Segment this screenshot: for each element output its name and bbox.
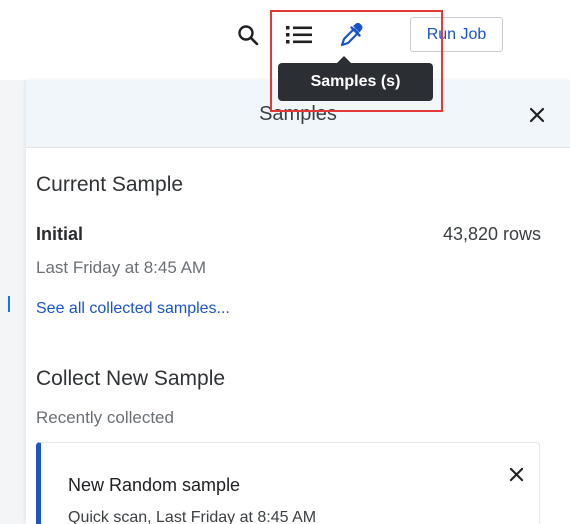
search-icon[interactable] [233,20,263,50]
eyedropper-icon[interactable] [336,20,368,50]
panel-title: Samples [259,103,337,125]
current-sample-heading: Current Sample [36,173,184,196]
background-page [0,80,26,524]
sample-name: Initial [36,224,84,244]
samples-panel: Samples Current Sample Initial 43,820 ro… [26,80,570,524]
collect-new-sample-heading: Collect New Sample [36,367,226,390]
sample-row-count: 43,820 rows [442,224,541,244]
run-job-button[interactable]: Run Job [410,17,503,52]
background-marker [8,296,10,312]
close-icon[interactable] [503,461,529,487]
card-description: Quick scan, Last Friday at 8:45 AM [68,509,317,524]
top-toolbar: Run Job [0,0,570,70]
close-icon[interactable] [523,101,551,129]
recently-collected-label: Recently collected [36,408,174,427]
samples-tooltip: Samples (s) [278,63,433,101]
sample-timestamp: Last Friday at 8:45 AM [36,258,207,277]
list-icon[interactable] [283,20,315,50]
sample-card[interactable]: New Random sample Quick scan, Last Frida… [36,442,540,524]
see-all-samples-link[interactable]: See all collected samples... [36,300,230,318]
card-title: New Random sample [68,475,241,495]
